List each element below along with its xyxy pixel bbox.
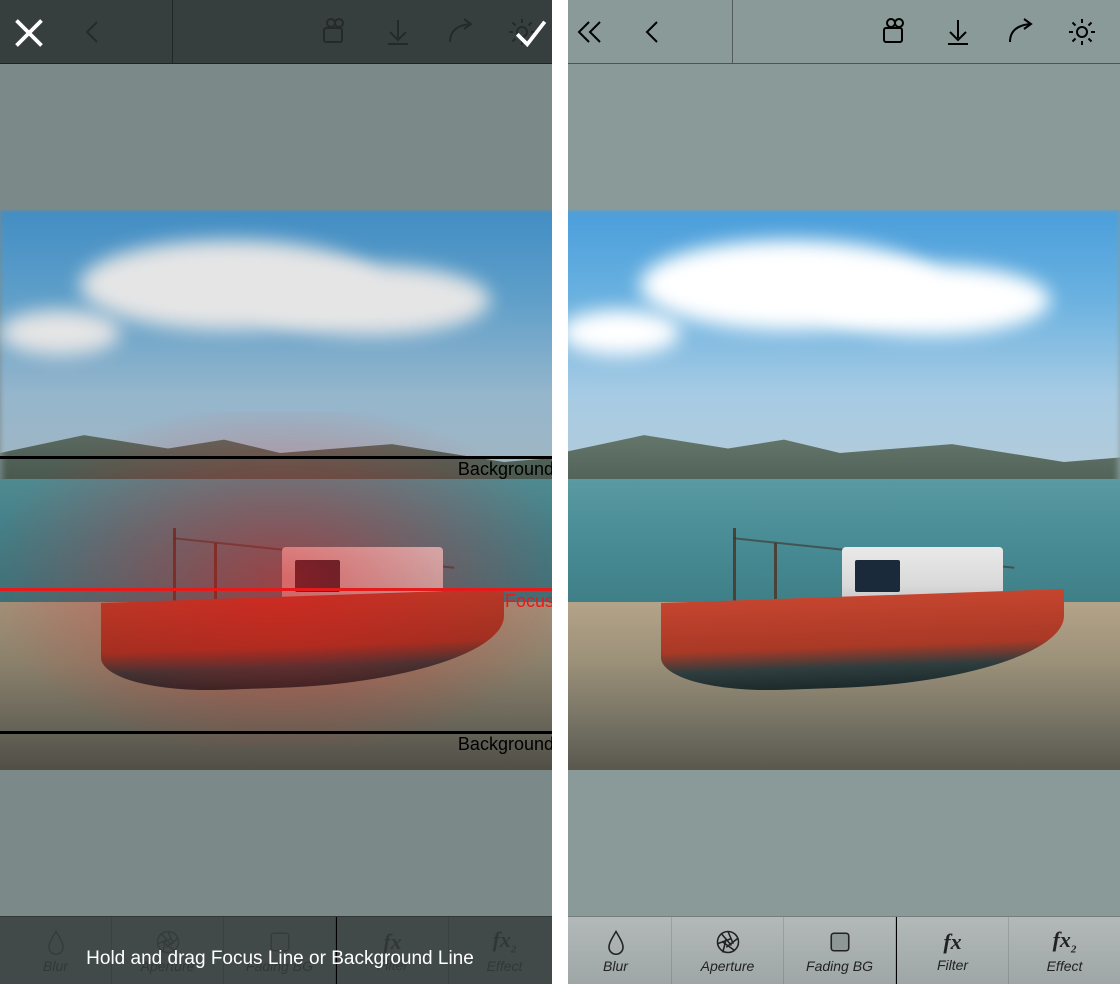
download-button[interactable] [376,10,420,54]
right-topbar [560,0,1120,64]
background-line-label: Background [458,734,554,755]
tool-label: Filter [937,957,968,973]
tool-blur[interactable]: Blur [560,917,672,984]
right-toolbar: Blur Aperture Fading BG fx Filter fx2 Effe… [560,916,1120,984]
back-button[interactable] [70,10,114,54]
background-line-top[interactable]: Background [0,456,560,480]
settings-button[interactable] [1060,10,1104,54]
photo-canvas[interactable] [560,210,1120,770]
right-pane: Blur Aperture Fading BG fx Filter fx2 Effe… [560,0,1120,984]
share-button[interactable] [438,10,482,54]
tool-label: Blur [603,958,628,974]
home-button[interactable] [568,10,612,54]
tool-aperture[interactable]: Aperture [672,917,784,984]
tool-effect[interactable]: fx2 Effect [1009,917,1120,984]
camcorder-button[interactable] [314,10,358,54]
fx-icon: fx [943,929,961,955]
edit-hint: Hold and drag Focus Line or Background L… [0,948,560,970]
photo-canvas[interactable]: Background Focus Background [0,210,560,770]
fx2-icon: fx2 [1053,927,1077,955]
focus-line-label: Focus [505,591,554,612]
left-topbar [0,0,560,64]
background-line-label: Background [458,459,554,480]
tool-label: Fading BG [806,958,873,974]
confirm-button[interactable] [508,10,554,56]
tool-filter[interactable]: fx Filter [896,917,1009,984]
left-pane: Background Focus Background Blur Apertur… [0,0,560,984]
tool-label: Effect [1047,958,1083,974]
focus-line[interactable]: Focus [0,588,560,612]
share-button[interactable] [998,10,1042,54]
background-line-bottom[interactable]: Background [0,731,560,755]
boat [661,512,1064,702]
tool-label: Aperture [701,958,755,974]
download-button[interactable] [936,10,980,54]
tool-fading-bg[interactable]: Fading BG [784,917,896,984]
back-button[interactable] [630,10,674,54]
camcorder-button[interactable] [874,10,918,54]
close-button[interactable] [6,10,52,56]
